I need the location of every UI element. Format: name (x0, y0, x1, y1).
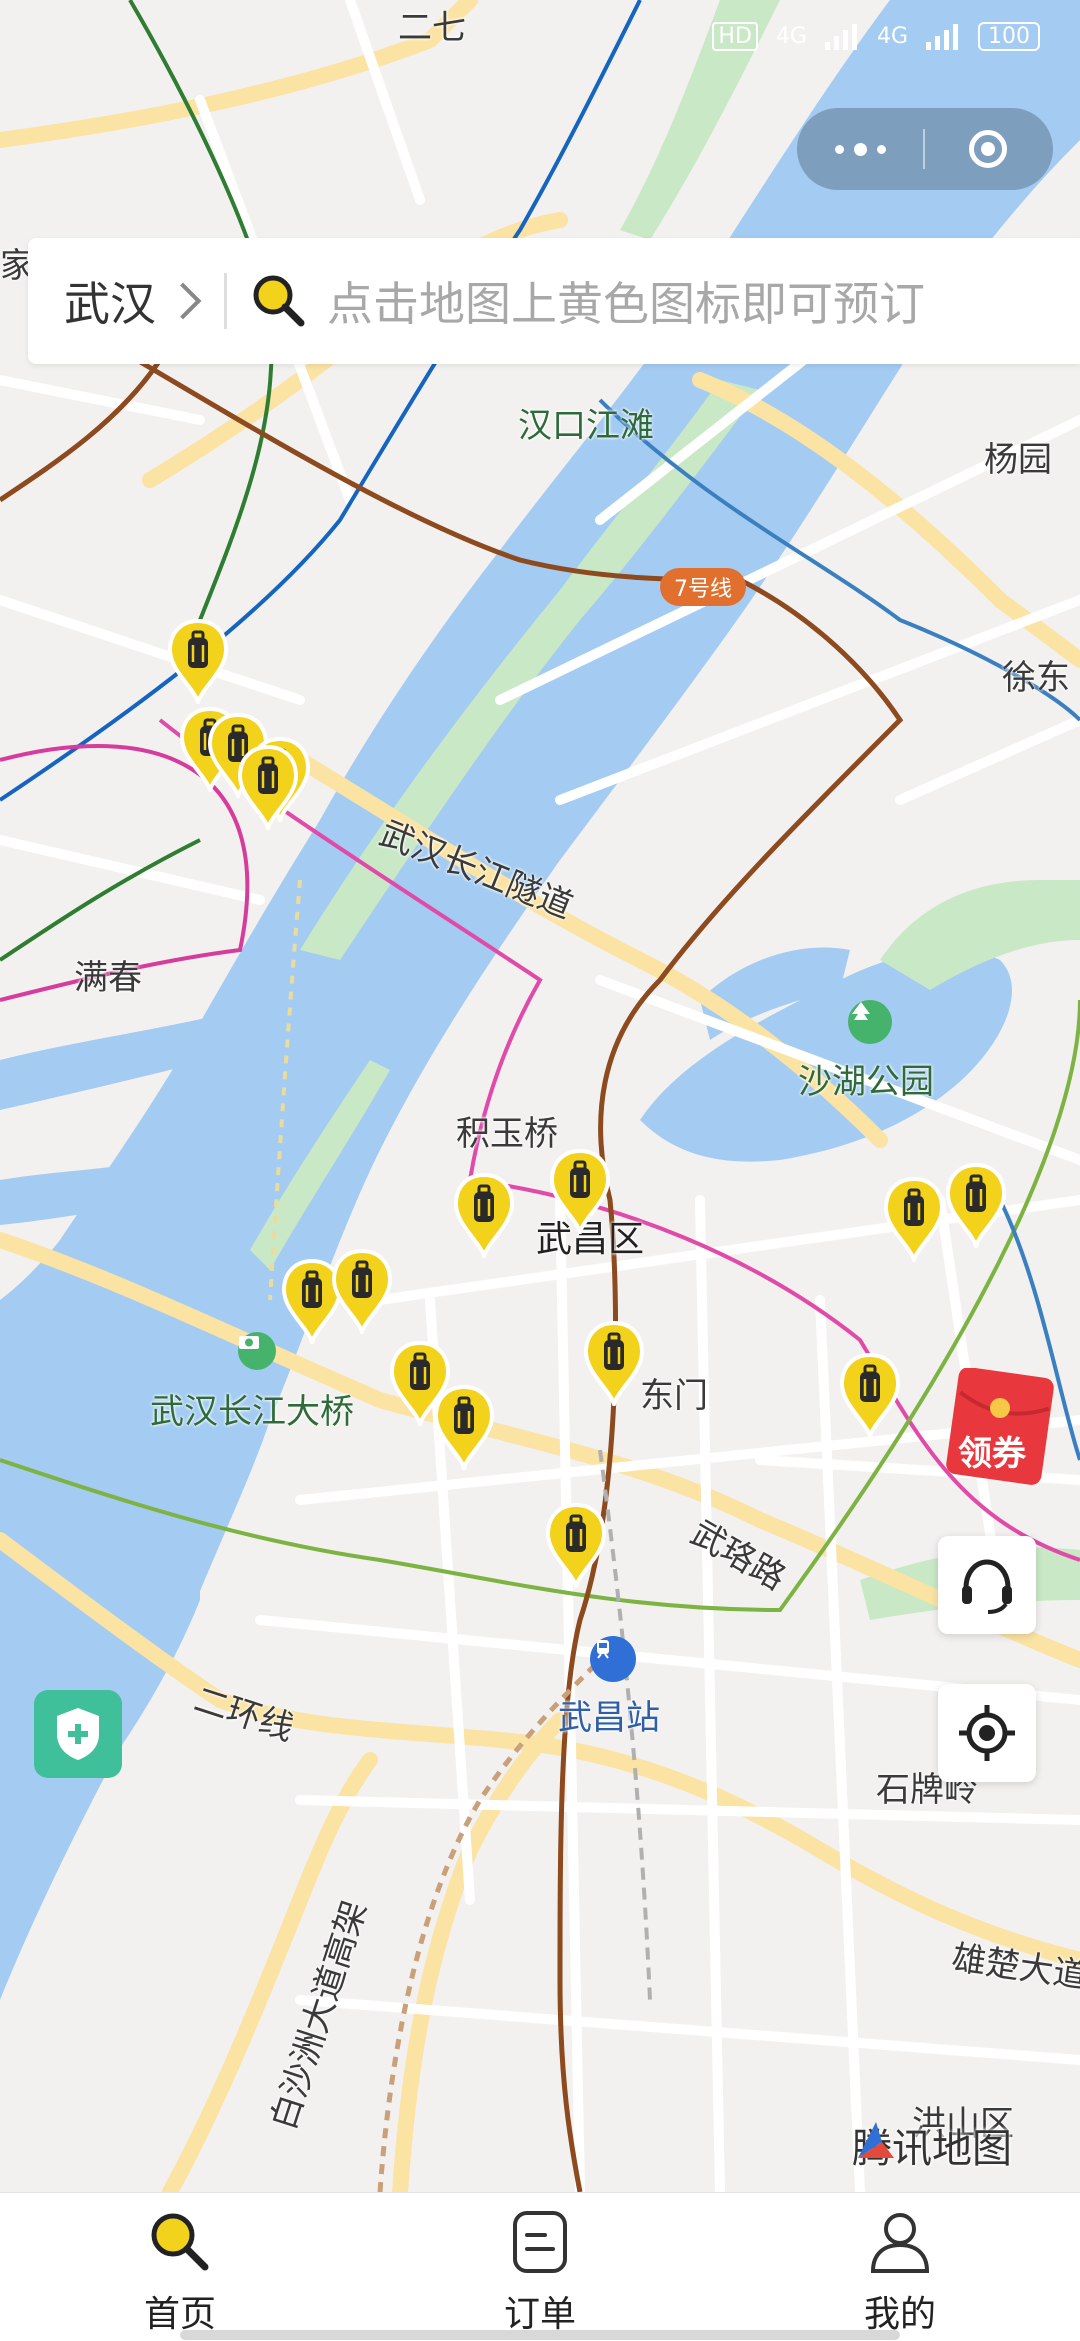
customer-service-button[interactable] (938, 1536, 1036, 1634)
train-station-icon (590, 1636, 636, 1682)
map-label-yangyuan: 杨园 (984, 440, 1052, 480)
luggage-pin[interactable] (582, 1320, 646, 1406)
luggage-pin[interactable] (544, 1502, 608, 1588)
search-icon (249, 271, 309, 331)
metro-line-badge: 7号线 (660, 568, 746, 606)
luggage-icon (549, 1148, 611, 1234)
tab-home[interactable]: 首页 (0, 2193, 360, 2341)
home-indicator (180, 2330, 900, 2340)
close-miniprogram-button[interactable] (925, 108, 1051, 190)
order-icon (505, 2207, 575, 2277)
luggage-pin[interactable] (838, 1352, 902, 1438)
search-bar: 武汉 点击地图上黄色图标即可预订 (28, 238, 1080, 364)
battery-indicator: 100 (978, 22, 1040, 51)
luggage-icon (583, 1320, 645, 1406)
luggage-pin[interactable] (236, 744, 300, 830)
map-label-shahu-park: 沙湖公园 (798, 1062, 934, 1102)
user-icon (865, 2207, 935, 2277)
map-label-jiyuqiao: 积玉桥 (456, 1114, 558, 1154)
luggage-icon (453, 1172, 515, 1258)
map-label-wuchang-station: 武昌站 (558, 1698, 660, 1738)
miniprogram-capsule (797, 108, 1053, 190)
luggage-pin[interactable] (452, 1172, 516, 1258)
hd-badge: HD (712, 22, 758, 51)
compass-icon (858, 2122, 894, 2158)
search-divider (224, 273, 227, 329)
coupon-button[interactable]: 领券 (946, 1367, 1054, 1488)
bottom-tab-bar: 首页 订单 我的 (0, 2192, 1080, 2341)
signal-4g-1: 4G (775, 24, 807, 49)
luggage-pin[interactable] (944, 1162, 1008, 1248)
map-label-manchun: 满春 (74, 958, 142, 998)
tab-profile[interactable]: 我的 (720, 2193, 1080, 2341)
luggage-pin[interactable] (882, 1176, 946, 1262)
park-icon (848, 1000, 892, 1044)
status-bar: HD 4G 4G 100 (0, 0, 1080, 80)
luggage-icon (883, 1176, 945, 1262)
close-target-icon (969, 130, 1007, 168)
luggage-pin[interactable] (548, 1148, 612, 1234)
headset-icon (962, 1559, 1012, 1614)
tab-orders[interactable]: 订单 (360, 2193, 720, 2341)
chevron-right-icon[interactable] (164, 282, 202, 320)
luggage-icon (237, 744, 299, 830)
city-selector[interactable]: 武汉 (64, 268, 156, 334)
search-input[interactable]: 点击地图上黄色图标即可预订 (327, 268, 925, 334)
map-label-bridge: 武汉长江大桥 (150, 1392, 354, 1432)
luggage-icon (331, 1248, 393, 1334)
luggage-pin[interactable] (330, 1248, 394, 1334)
luggage-icon (545, 1502, 607, 1588)
map-label-hankou-jiangtan: 汉口江滩 (518, 406, 654, 446)
map-label-dongmen: 东门 (640, 1376, 708, 1416)
search-icon (145, 2207, 215, 2277)
luggage-icon (433, 1384, 495, 1470)
luggage-icon (839, 1352, 901, 1438)
luggage-icon (945, 1162, 1007, 1248)
signal-bars-icon-2 (926, 23, 958, 50)
luggage-pin[interactable] (166, 618, 230, 704)
locate-me-button[interactable] (938, 1684, 1036, 1782)
luggage-icon (167, 618, 229, 704)
map-label-xudong: 徐东 (1002, 658, 1070, 698)
signal-bars-icon (824, 23, 857, 50)
locate-icon (959, 1705, 1015, 1761)
tencent-map-logo: 腾讯地图 (852, 2116, 1012, 2174)
luggage-pin[interactable] (432, 1384, 496, 1470)
camera-poi-icon (238, 1332, 276, 1370)
coupon-label: 领券 (958, 1434, 1026, 1474)
more-options-button[interactable] (797, 108, 923, 190)
shield-plus-icon (57, 1708, 99, 1760)
signal-4g-2: 4G (876, 24, 908, 49)
safety-shield-button[interactable] (34, 1690, 122, 1778)
